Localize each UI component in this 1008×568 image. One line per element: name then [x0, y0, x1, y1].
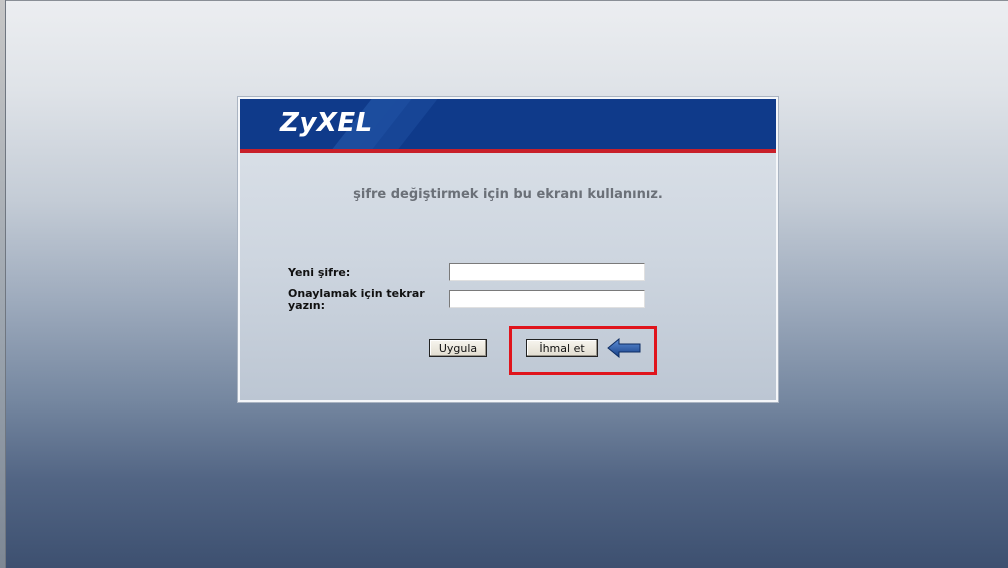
instruction-text: şifre değiştirmek için bu ekranı kullanı… — [353, 187, 663, 202]
zyxel-logo: ZyXEL — [280, 108, 373, 138]
confirm-password-label: Onaylamak için tekrar yazın: — [288, 288, 425, 312]
change-password-panel: ZyXEL şifre değiştirmek için bu ekranı k… — [238, 97, 778, 402]
new-password-label: Yeni şifre: — [288, 266, 351, 279]
window-top-edge — [0, 0, 1008, 1]
panel-header: ZyXEL — [240, 99, 776, 153]
new-password-input[interactable] — [449, 263, 645, 281]
apply-button[interactable]: Uygula — [429, 339, 487, 357]
window-left-edge — [0, 0, 6, 568]
confirm-password-input[interactable] — [449, 290, 645, 308]
arrow-left-icon — [607, 338, 641, 358]
confirm-password-label-line2: yazın: — [288, 299, 325, 312]
ignore-button[interactable]: İhmal et — [526, 339, 598, 357]
